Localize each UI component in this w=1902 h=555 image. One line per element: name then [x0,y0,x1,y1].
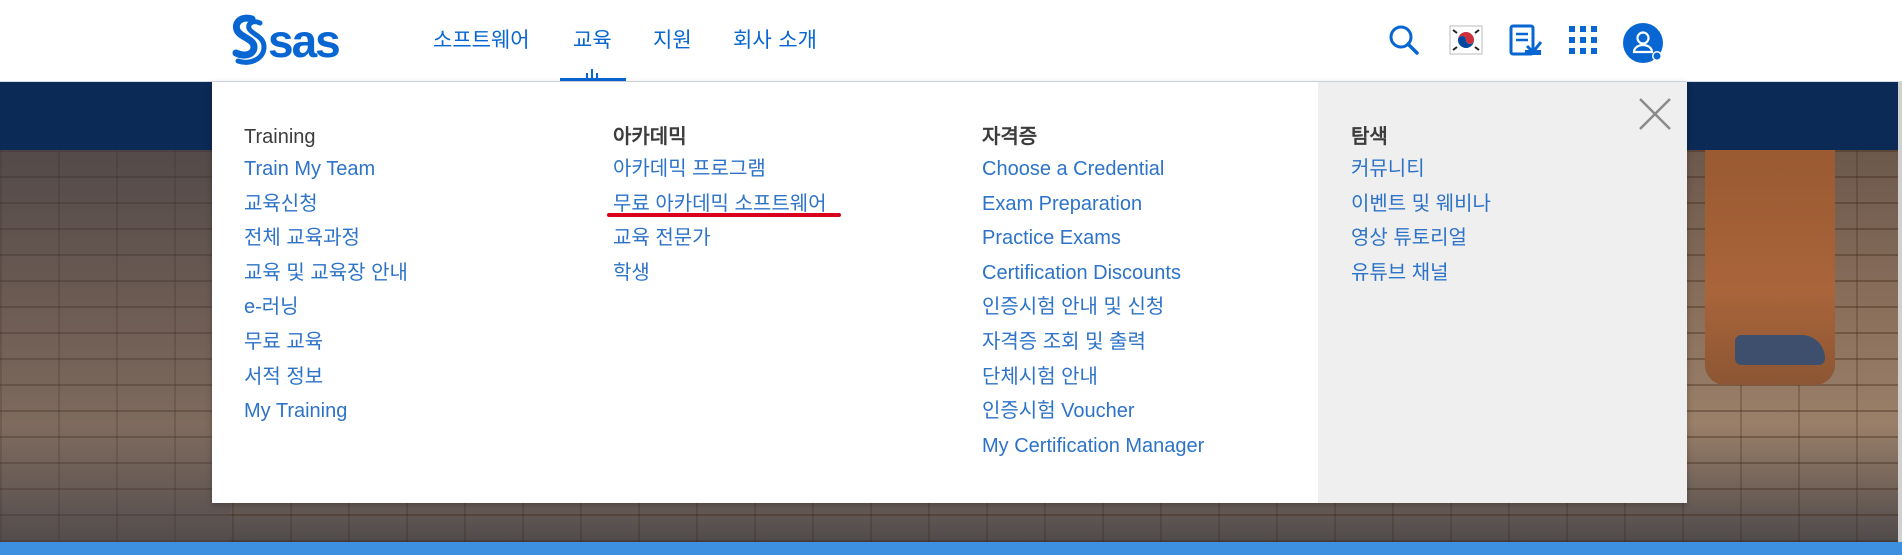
education-mega-menu: Training Train My Team 교육신청 전체 교육과정 교육 및… [212,82,1687,503]
nav-software[interactable]: 소프트웨어 [433,25,530,55]
site-header: sas 소프트웨어 교육 지원 회사 소개 [0,0,1902,82]
menu-link-all-courses[interactable]: 전체 교육과정 [244,221,408,256]
menu-link-books[interactable]: 서적 정보 [244,360,408,395]
menu-column-training: Training Train My Team 교육신청 전체 교육과정 교육 및… [244,122,408,429]
hero-photo-shade [0,150,230,542]
menu-link-choose-credential[interactable]: Choose a Credential [982,152,1204,187]
menu-link-youtube-channel[interactable]: 유튜브 채널 [1351,256,1491,291]
menu-link-exam-voucher[interactable]: 인증시험 Voucher [982,394,1204,429]
cursor-bars-icon [586,69,598,79]
menu-link-educators[interactable]: 교육 전문가 [613,221,827,256]
nav-company[interactable]: 회사 소개 [733,25,817,55]
menu-column-academic: 아카데믹 아카데믹 프로그램 무료 아카데믹 소프트웨어 교육 전문가 학생 [613,122,827,290]
column-heading-academic: 아카데믹 [613,126,687,148]
menu-link-academic-program[interactable]: 아카데믹 프로그램 [613,152,827,187]
document-download-icon[interactable] [1505,20,1545,60]
menu-link-exam-info-registration[interactable]: 인증시험 안내 및 신청 [982,290,1204,325]
menu-link-practice-exams[interactable]: Practice Exams [982,221,1204,256]
apps-grid-icon[interactable] [1563,20,1603,60]
search-icon[interactable] [1384,20,1424,60]
menu-link-students[interactable]: 학생 [613,256,827,291]
menu-link-e-learning[interactable]: e-러닝 [244,290,408,325]
menu-link-video-tutorials[interactable]: 영상 튜토리얼 [1351,221,1491,256]
menu-link-events-webinars[interactable]: 이벤트 및 웨비나 [1351,187,1491,222]
scrollbar[interactable] [1898,82,1902,542]
svg-text:sas: sas [268,15,339,67]
hero-shoe [1735,335,1825,365]
column-heading-training: Training [244,126,316,148]
nav-education[interactable]: 교육 [573,25,612,55]
sas-logo[interactable]: sas [230,13,365,69]
bottom-strip [0,542,1902,555]
menu-link-community[interactable]: 커뮤니티 [1351,152,1491,187]
column-heading-certification: 자격증 [982,126,1038,148]
highlight-underline [607,213,841,217]
menu-link-train-my-team[interactable]: Train My Team [244,152,408,187]
menu-column-certification: 자격증 Choose a Credential Exam Preparation… [982,122,1204,463]
menu-link-certification-discounts[interactable]: Certification Discounts [982,256,1204,291]
column-heading-explore: 탐색 [1351,126,1388,148]
menu-link-my-certification-manager[interactable]: My Certification Manager [982,429,1204,464]
menu-link-training-venue-info[interactable]: 교육 및 교육장 안내 [244,256,408,291]
user-account-icon[interactable] [1622,22,1664,64]
menu-column-explore: 탐색 커뮤니티 이벤트 및 웨비나 영상 튜토리얼 유튜브 채널 [1351,122,1491,290]
menu-link-exam-preparation[interactable]: Exam Preparation [982,187,1204,222]
korea-flag-icon[interactable] [1446,20,1486,60]
menu-link-my-training[interactable]: My Training [244,394,408,429]
menu-link-credential-lookup[interactable]: 자격증 조회 및 출력 [982,325,1204,360]
nav-support[interactable]: 지원 [653,25,692,55]
menu-link-course-registration[interactable]: 교육신청 [244,187,408,222]
menu-link-group-exam[interactable]: 단체시험 안내 [982,360,1204,395]
menu-link-free-training[interactable]: 무료 교육 [244,325,408,360]
close-icon[interactable] [1637,96,1673,132]
